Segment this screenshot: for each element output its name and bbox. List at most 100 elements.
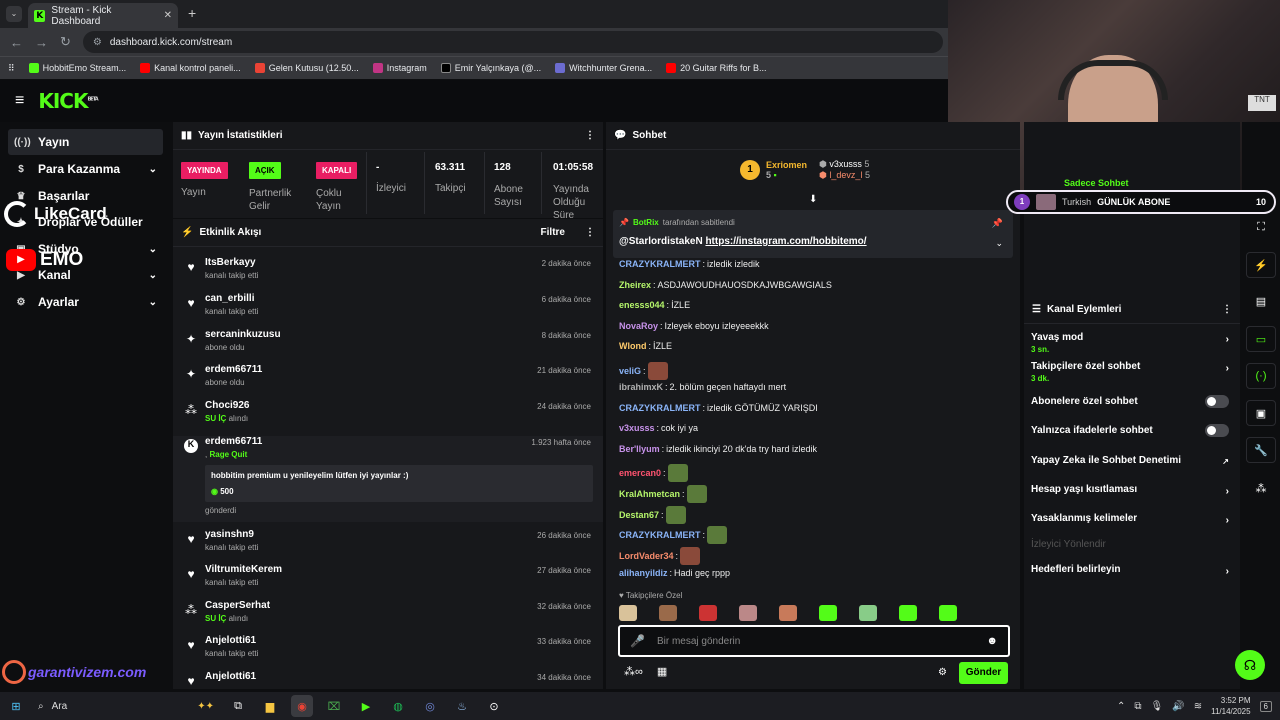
chat-icon[interactable]: ▭ [1246,326,1276,352]
unpin-icon[interactable]: 📌 [992,218,1003,229]
new-tab-icon[interactable]: + [188,5,196,21]
list-item[interactable]: ♥ ViltrumiteKerem kanalı takip etti 27 daki… [173,564,603,587]
wrench-icon[interactable]: 🔧 [1246,437,1276,463]
set-goals-item[interactable]: Hedefleri belirleyin › [1031,564,1229,577]
chat-message[interactable]: CRAZYKRALMERT: [619,526,728,544]
emote-icon[interactable] [665,506,686,524]
list-item[interactable]: Kerdem66711, Rage Quit 1.923 hafta önce h… [173,436,603,522]
chat-message[interactable]: enesss044: İZLE [619,300,690,310]
account-age-item[interactable]: Hesap yaşı kısıtlaması › [1031,484,1229,497]
chat-username[interactable]: Destan67 [619,510,659,520]
chrome-icon[interactable]: ◉ [291,695,313,717]
steam-icon[interactable]: ♨ [451,695,473,717]
emote-icon[interactable] [667,464,688,482]
list-item[interactable]: ♥ Anjelotti61 kanalı takip etti 33 dakika ö… [173,635,603,658]
chat-message[interactable]: ibrahimxK:2. bölüm geçen haftaydı mert [619,382,786,392]
emote-icon[interactable] [619,605,637,621]
microphone-icon[interactable]: 🎤 [630,634,645,648]
expand-icon[interactable]: ⛶ [1246,214,1276,240]
list-item[interactable]: ♥ can_erbilli kanalı takip etti 6 dakika ön… [173,293,603,316]
store-icon[interactable]: ▦ [657,665,667,678]
menu-icon[interactable]: ≡ [15,92,24,110]
pinned-message[interactable]: 📌 BotRix tarafından sabitlendi @Starlordis… [613,210,1013,258]
task-view-icon[interactable]: ⧉ [227,695,249,717]
slow-mode-item[interactable]: Yavaş mod 3 sn. › [1031,332,1229,354]
clipboard-icon[interactable]: ▤ [1246,288,1276,314]
emote-icon[interactable] [739,605,757,621]
chat-message[interactable]: Wlond: İZLE [619,341,672,351]
chevron-up-icon[interactable]: ⌃ [1117,701,1125,712]
chat-message[interactable]: LordVader34: [619,547,701,565]
list-item[interactable]: ✦ erdem66711 abone oldu 21 dakika önce [173,364,603,387]
chat-username[interactable]: KralAhmetcan [619,489,680,499]
bookmark-item[interactable]: Emir Yalçınkaya (@... [440,63,541,73]
more-icon[interactable]: ⋮ [1222,304,1232,315]
emote-icon[interactable] [707,526,728,544]
list-item[interactable]: ✦ sercaninkuzusu abone oldu 8 dakika önce [173,329,603,352]
sidebar-item-para-kazanma[interactable]: $ Para Kazanma ⌄ [8,156,163,182]
points-icon[interactable]: ⁂ [1246,475,1276,501]
chat-message[interactable]: CRAZYKRALMERT: izledik izledik [619,259,760,269]
emote-icon[interactable] [779,605,797,621]
gear-icon[interactable]: ⚙ [938,667,947,678]
emote-icon[interactable] [859,605,877,621]
list-item[interactable]: ⁂ Choci926 SU İÇ alındı 24 dakika önce [173,400,603,423]
emotes-only-toggle[interactable] [1205,424,1229,437]
chat-username[interactable]: CRAZYKRALMERT [619,259,701,269]
points-icon[interactable]: ⁂∞ [624,665,643,678]
emote-icon[interactable] [699,605,717,621]
ai-moderation-item[interactable]: Yapay Zeka ile Sohbet Denetimi ↗ [1031,455,1229,466]
file-explorer-icon[interactable]: ▆ [259,695,281,717]
chat-message[interactable]: NovaRoy: Izleyek eboyu izleyeeekkk [619,321,769,331]
chat-message[interactable]: veliG: [619,362,668,380]
chat-username[interactable]: Zheirex [619,280,651,290]
chat-username[interactable]: v3xusss [619,423,655,433]
bookmark-item[interactable]: Gelen Kutusu (12.50... [254,63,359,73]
chevron-down-icon[interactable]: ⌄ [995,238,1003,249]
chat-username[interactable]: veliG [619,366,641,376]
taskbar-search[interactable]: ⌕ Ara ✦✦ [32,695,222,717]
xbox-icon[interactable]: ⌧ [323,695,345,717]
emote-icon[interactable] [939,605,957,621]
sidebar-item-yayin[interactable]: ((·)) Yayın [8,129,163,155]
wifi-icon[interactable]: ≋ [1194,701,1202,712]
apps-icon[interactable]: ⠿ [8,63,15,74]
followers-only-item[interactable]: Takipçilere özel sohbet 3 dk. › [1031,361,1229,383]
chat-username[interactable]: CRAZYKRALMERT [619,530,701,540]
reload-icon[interactable]: ↻ [60,34,71,50]
bookmark-item[interactable]: Witchhunter Grena... [555,63,652,73]
mic-icon[interactable]: 🎙 [1151,701,1164,712]
chat-username[interactable]: Wlond [619,341,647,351]
window-icon[interactable]: ▣ [1246,400,1276,426]
banned-words-item[interactable]: Yasaklanmış kelimeler › [1031,513,1229,526]
chat-username[interactable]: emercan0 [619,468,661,478]
chat-username[interactable]: CRAZYKRALMERT [619,403,701,413]
obs-icon[interactable]: ⊙ [483,695,505,717]
tray-icon[interactable]: ⧉ [1134,701,1141,712]
kick-logo[interactable]: KICKBETA [38,89,98,113]
chat-username[interactable]: Ber'llyum [619,444,660,454]
lightning-icon[interactable]: ⚡ [1246,252,1276,278]
windows-start-icon[interactable]: ⊞ [5,695,27,717]
emote-icon[interactable] [680,547,701,565]
tab-search-icon[interactable]: ⌄ [6,6,22,22]
chat-username[interactable]: alihanyildiz [619,568,668,578]
back-icon[interactable]: ← [10,35,23,50]
chat-username[interactable]: LordVader34 [619,551,674,561]
chat-message[interactable]: alihanyildiz: Hadi geç rppp [619,568,730,578]
pinned-link[interactable]: https://instagram.com/hobbitemo/ [705,236,866,247]
broadcast-icon[interactable]: (·) [1246,363,1276,389]
chat-message[interactable]: Ber'llyum: izledik ikinciyi 20 dk'da try … [619,444,817,454]
chat-message[interactable]: Destan67: [619,506,686,524]
clock[interactable]: 3:52 PM 11/14/2025 [1211,695,1250,717]
site-info-icon[interactable]: ⚙ [93,37,102,48]
browser-tab[interactable]: K Stream - Kick Dashboard ✕ [28,3,178,28]
more-icon[interactable]: ⋮ [585,130,595,141]
chat-message[interactable]: emercan0: [619,464,688,482]
subs-only-toggle[interactable] [1205,395,1229,408]
chat-message[interactable]: KralAhmetcan: [619,485,707,503]
list-item[interactable]: ♥ yasinshn9 kanalı takip etti 26 dakika önc… [173,529,603,552]
bookmark-item[interactable]: HobbitEmo Stream... [28,63,126,73]
address-bar[interactable]: ⚙ dashboard.kick.com/stream [82,31,943,53]
chat-message[interactable]: v3xusss: cok iyi ya [619,423,698,433]
